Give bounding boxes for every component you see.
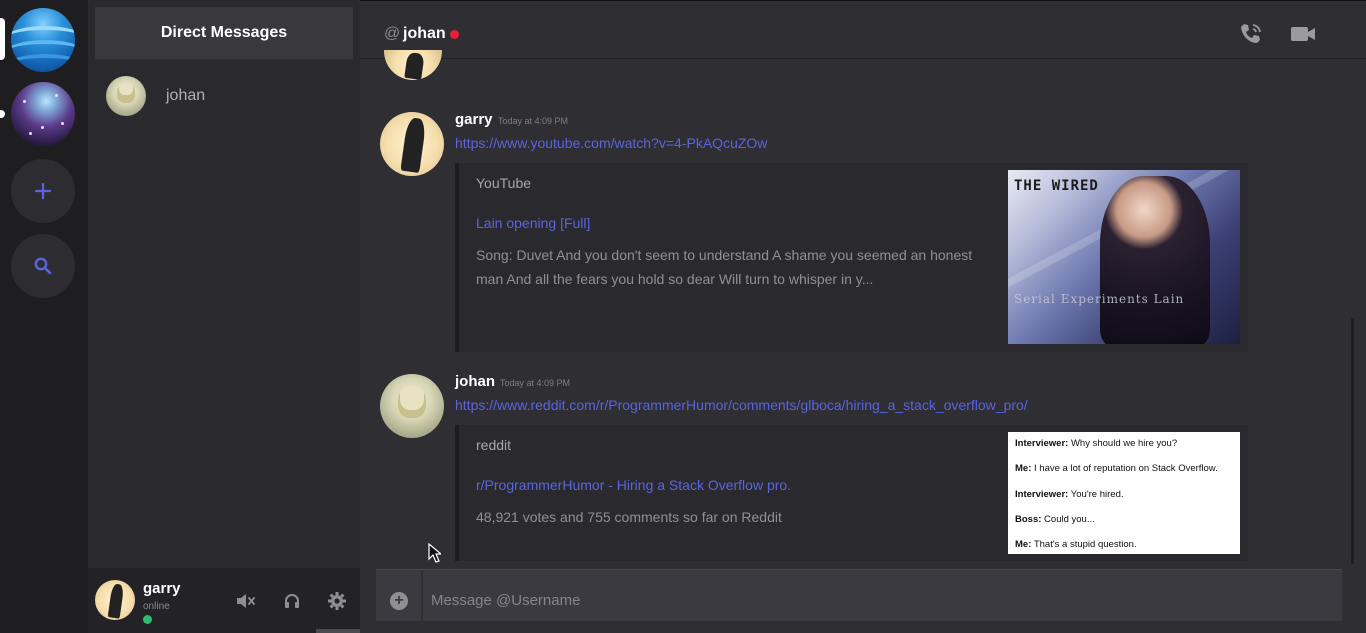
server-waves-icon[interactable]	[11, 8, 75, 72]
thumbnail-line: Me: I have a lot of reputation on Stack …	[1015, 463, 1218, 475]
thumbnail-line: Me: That's a stupid question.	[1015, 539, 1137, 551]
embed-thumbnail[interactable]: Interviewer: Why should we hire you? Me:…	[1008, 432, 1240, 554]
embed-provider: reddit	[476, 437, 512, 453]
message-author[interactable]: johan	[455, 373, 495, 390]
plus-icon	[34, 182, 52, 200]
dm-item-label: johan	[166, 87, 206, 104]
headphones-icon	[285, 594, 299, 608]
active-server-indicator	[0, 18, 5, 60]
composer-divider	[421, 570, 423, 622]
message-timestamp: Today at 4:09 PM	[500, 378, 571, 388]
attach-plus-icon[interactable]: +	[390, 592, 408, 610]
dm-item-johan[interactable]: johan	[106, 74, 336, 118]
thumbnail-subtitle: Serial Experiments Lain	[1014, 292, 1185, 306]
settings-button[interactable]	[326, 590, 348, 612]
embed-title[interactable]: Lain opening [Full]	[476, 215, 590, 231]
embed-provider: YouTube	[476, 175, 532, 191]
speaker-muted-icon	[237, 594, 255, 608]
panel-edge-bar	[316, 629, 360, 633]
gear-icon	[328, 592, 346, 610]
scrollbar-thumb[interactable]	[1351, 318, 1354, 564]
message-link[interactable]: https://www.reddit.com/r/ProgrammerHumor…	[455, 397, 1028, 413]
star-shape	[41, 126, 44, 129]
user-panel: garry online	[88, 568, 360, 633]
user-avatar[interactable]	[95, 580, 135, 620]
server-rail	[0, 0, 88, 633]
message-avatar[interactable]	[380, 112, 444, 176]
thumbnail-line: Interviewer: You're hired.	[1015, 488, 1124, 500]
embed-description: 48,921 votes and 755 comments so far on …	[476, 509, 782, 525]
thumbnail-line: Interviewer: Why should we hire you?	[1015, 438, 1178, 449]
previous-message-avatar	[384, 50, 442, 80]
voice-call-button[interactable]	[1238, 21, 1264, 47]
search-servers-button[interactable]	[11, 234, 75, 298]
phone-icon	[1241, 24, 1261, 43]
online-status-dot	[143, 615, 152, 624]
message-timestamp: Today at 4:09 PM	[498, 116, 569, 126]
video-camera-icon	[1291, 27, 1315, 41]
channel-header: @ johan	[360, 0, 1366, 59]
dm-sidebar: Direct Messages johan garry online	[88, 0, 360, 633]
embed-thumbnail[interactable]: THE WIRED Serial Experiments Lain	[1008, 170, 1240, 344]
message: garry Today at 4:09 PM https://www.youtu…	[360, 103, 1350, 353]
message-link[interactable]: https://www.youtube.com/watch?v=4-PkAQcu…	[455, 135, 767, 151]
unread-server-indicator	[0, 110, 5, 118]
dm-header: Direct Messages	[95, 7, 353, 59]
mute-button[interactable]	[235, 590, 257, 612]
user-name: garry	[143, 580, 181, 597]
wave-shape	[11, 54, 75, 72]
deafen-button[interactable]	[281, 590, 303, 612]
message-input[interactable]	[431, 586, 1311, 614]
server-nebula-icon[interactable]	[11, 82, 75, 146]
message-author[interactable]: garry	[455, 111, 493, 128]
message: johan Today at 4:09 PM https://www.reddi…	[360, 365, 1350, 565]
status-dot	[450, 30, 459, 39]
link-embed: reddit r/ProgrammerHumor - Hiring a Stac…	[455, 425, 1248, 561]
embed-title[interactable]: r/ProgrammerHumor - Hiring a Stack Overf…	[476, 477, 791, 493]
add-server-button[interactable]	[11, 159, 75, 223]
embed-description: Song: Duvet And you don't seem to unders…	[476, 247, 973, 287]
message-composer: +	[376, 569, 1342, 622]
star-shape	[55, 94, 58, 97]
star-shape	[23, 100, 26, 103]
star-shape	[61, 122, 64, 125]
thumbnail-figure	[1100, 176, 1210, 344]
search-icon	[34, 257, 52, 275]
user-status: online	[143, 601, 170, 612]
message-avatar[interactable]	[380, 374, 444, 438]
video-call-button[interactable]	[1289, 21, 1315, 47]
link-embed: YouTube Lain opening [Full] Song: Duvet …	[455, 163, 1248, 352]
avatar	[106, 76, 146, 116]
mouse-cursor-icon	[428, 543, 441, 563]
thumbnail-title: THE WIRED	[1014, 178, 1099, 194]
thumbnail-line: Boss: Could you...	[1015, 513, 1095, 525]
at-symbol: @	[384, 25, 401, 42]
channel-title: johan	[403, 25, 446, 42]
star-shape	[29, 132, 32, 135]
chat-main: @ johan garry Today at 4:09 PM https://w…	[360, 0, 1366, 633]
